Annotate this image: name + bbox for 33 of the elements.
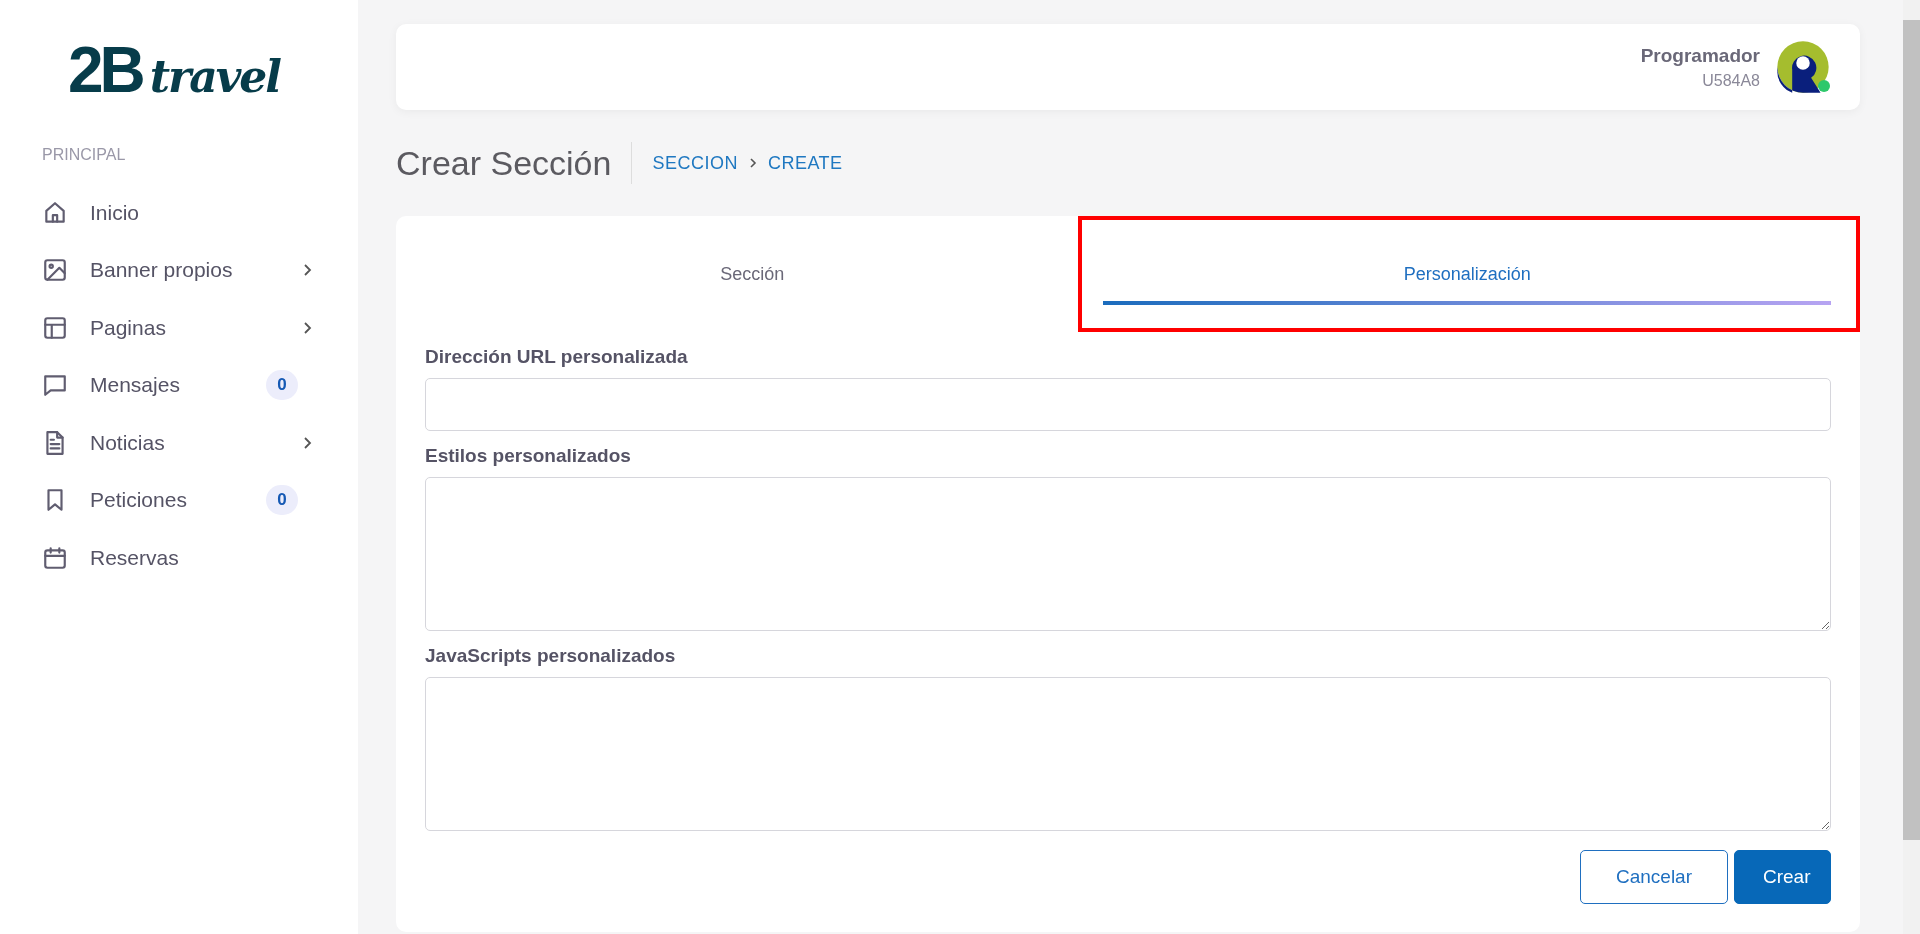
user-code: U584A8	[1702, 71, 1760, 90]
textarea-field[interactable]	[425, 677, 1831, 831]
page-title: Crear Sección	[396, 142, 633, 184]
field-label: JavaScripts personalizados	[425, 645, 677, 667]
input-field[interactable]	[425, 378, 1831, 431]
field-label: Dirección URL personalizada	[425, 346, 689, 368]
sidebar-item[interactable]: Inicio	[42, 184, 316, 242]
submit-button[interactable]: Crear	[1734, 850, 1831, 904]
logo-wordmark: travel	[149, 50, 281, 102]
sidebar-item[interactable]: Reservas	[42, 529, 316, 587]
field-label: Estilos personalizados	[425, 445, 632, 467]
count-badge: 0	[266, 485, 298, 516]
sidebar-item[interactable]: Mensajes 0	[42, 356, 316, 414]
chat-icon	[42, 372, 68, 399]
tab[interactable]: Sección	[425, 249, 1080, 305]
user-name: Programador	[1640, 44, 1760, 67]
image-icon	[42, 257, 68, 284]
breadcrumb-link[interactable]: SECCION	[652, 152, 738, 174]
tab[interactable]: Personalización	[1103, 249, 1831, 305]
sidebar-item[interactable]: Banner propios	[42, 241, 316, 299]
calendar-icon	[42, 544, 68, 571]
home-icon	[42, 199, 68, 226]
count-badge: 0	[266, 370, 298, 401]
sidebar-item[interactable]: Paginas	[42, 299, 316, 357]
avatar-logo-icon[interactable]	[1776, 40, 1830, 94]
breadcrumb-link[interactable]: CREATE	[767, 152, 843, 174]
sidebar-item[interactable]: Peticiones 0	[42, 471, 316, 529]
sidebar-section-title: PRINCIPAL	[42, 146, 127, 164]
textarea-field[interactable]	[425, 477, 1831, 631]
logo-mark: 2B	[67, 38, 142, 102]
sidebar-item[interactable]: Noticias	[42, 414, 316, 472]
cancel-button[interactable]: Cancelar	[1580, 850, 1728, 904]
layout-icon	[42, 314, 68, 341]
